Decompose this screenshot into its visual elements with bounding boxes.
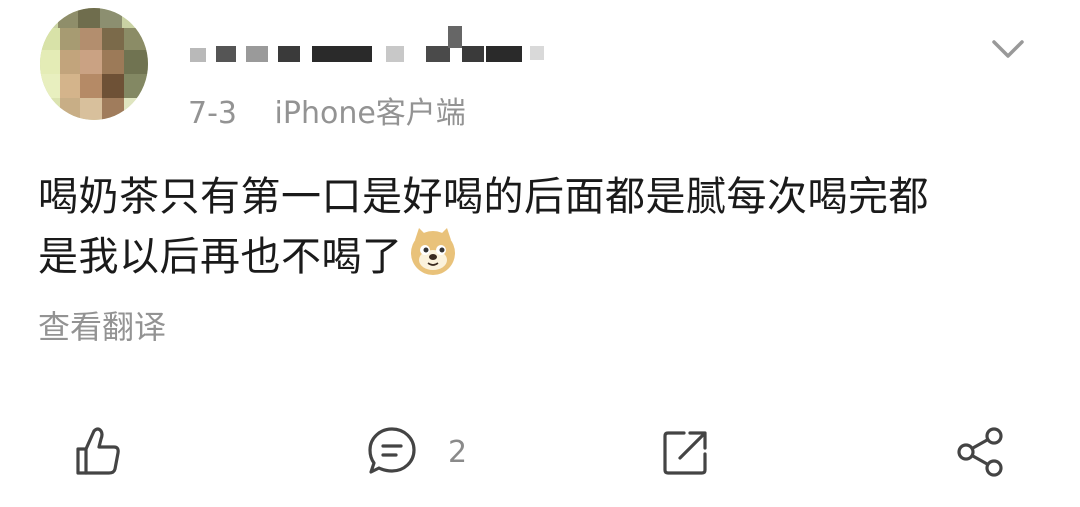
chevron-down-icon[interactable] — [988, 36, 1028, 64]
post-text-line-2: 是我以后再也不喝了 — [38, 226, 1048, 286]
action-bar: 2 — [0, 420, 1080, 484]
translate-link[interactable]: 查看翻译 — [38, 302, 166, 348]
share-button[interactable] — [954, 420, 1008, 484]
post-text: 喝奶茶只有第一口是好喝的后面都是腻每次喝完都 是我以后再也不喝了 — [38, 168, 1048, 286]
repost-button[interactable] — [660, 420, 712, 484]
avatar[interactable] — [40, 8, 148, 120]
thumbs-up-icon — [72, 425, 124, 479]
like-button[interactable] — [72, 420, 124, 484]
comment-button[interactable]: 2 — [366, 420, 467, 484]
post-meta: 7-3 iPhone客户端 — [188, 88, 466, 132]
doge-emoji-icon — [407, 226, 459, 278]
post-text-line-2-content: 是我以后再也不喝了 — [38, 234, 403, 280]
post-source: iPhone客户端 — [274, 96, 466, 131]
comment-count: 2 — [448, 434, 468, 470]
author-name-redacted[interactable] — [190, 18, 550, 74]
post-text-line-1: 喝奶茶只有第一口是好喝的后面都是腻每次喝完都 — [38, 174, 929, 220]
share-icon — [954, 425, 1008, 479]
post-date: 7-3 — [188, 96, 237, 131]
comment-icon — [366, 425, 418, 479]
repost-icon — [660, 425, 712, 479]
